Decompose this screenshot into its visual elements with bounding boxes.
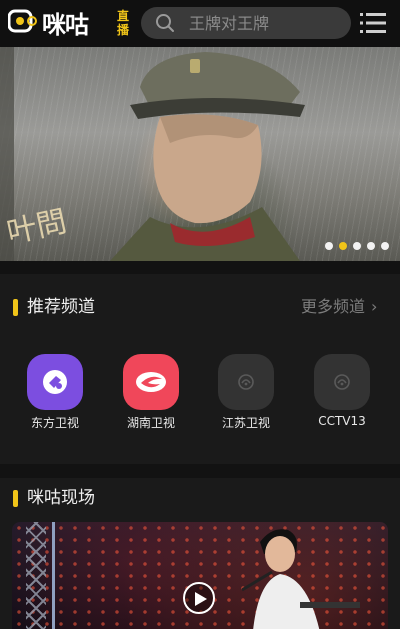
hero-banner[interactable]: 叶問: [0, 47, 400, 261]
logo-subtext: 直播: [117, 9, 130, 37]
dragon-tv-logo-icon: [27, 354, 83, 410]
more-channels-label: 更多频道: [301, 297, 366, 316]
channel-item-3[interactable]: CCTV13: [302, 354, 382, 434]
carousel-dot[interactable]: [353, 242, 361, 250]
carousel-indicator: [325, 242, 389, 252]
migu-logo-mark: [8, 9, 37, 33]
live-video-thumbnail[interactable]: [12, 522, 388, 629]
play-icon: [195, 592, 207, 606]
channel-label: 湖南卫视: [126, 416, 175, 430]
play-button[interactable]: [183, 582, 215, 614]
placeholder-logo-icon: [218, 354, 274, 410]
channel-label: 江苏卫视: [221, 416, 270, 430]
menu-icon[interactable]: [360, 12, 386, 34]
hunan-tv-logo-icon: [123, 354, 179, 410]
migu-logo[interactable]: 咪咕 直播: [8, 6, 136, 42]
logo-text: 咪咕: [42, 11, 89, 39]
section-accent-bar: [13, 490, 18, 507]
search-input[interactable]: [189, 7, 339, 39]
carousel-dot[interactable]: [367, 242, 375, 250]
channel-label: CCTV13: [318, 414, 366, 428]
stage-truss: [26, 522, 46, 629]
stage-truss: [52, 522, 55, 629]
channel-item-0[interactable]: 东方卫视: [15, 354, 95, 434]
channel-item-1[interactable]: 湖南卫视: [111, 354, 191, 434]
section-title: 咪咕现场: [27, 488, 95, 508]
channel-label: 东方卫视: [30, 416, 79, 430]
top-header: 咪咕 直播: [0, 0, 400, 47]
section-title: 推荐频道: [27, 297, 95, 317]
carousel-dot[interactable]: [381, 242, 389, 250]
chevron-right-icon: ›: [371, 297, 378, 316]
search-bar[interactable]: [141, 7, 351, 39]
carousel-dot-active[interactable]: [339, 242, 347, 250]
recommended-channels-section: 推荐频道 更多频道 › 东方卫视 湖南卫视 江苏卫视 CCTV13: [0, 274, 400, 464]
carousel-dot[interactable]: [325, 242, 333, 250]
placeholder-logo-icon: [314, 354, 370, 410]
migu-live-section: 咪咕现场: [0, 478, 400, 629]
more-channels-link[interactable]: 更多频道 ›: [301, 297, 377, 317]
channel-item-2[interactable]: 江苏卫视: [206, 354, 286, 434]
performer-figure: [242, 529, 360, 629]
section-accent-bar: [13, 299, 18, 316]
search-icon[interactable]: [155, 13, 175, 33]
